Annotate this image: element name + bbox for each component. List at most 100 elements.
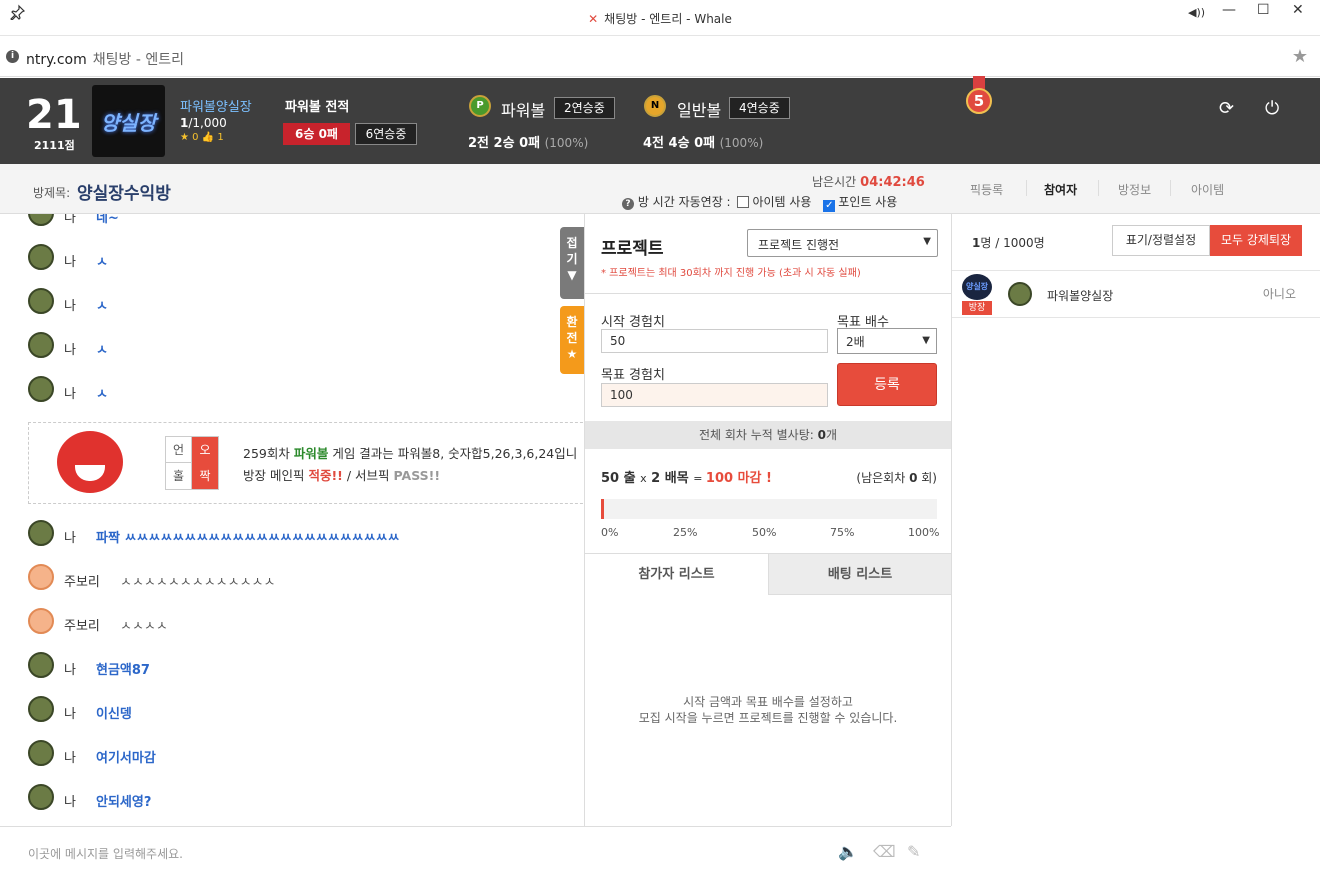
project-tabs: 참가자 리스트 배팅 리스트: [585, 554, 951, 595]
chevron-down-icon: ▼: [922, 335, 930, 346]
user-avatar[interactable]: 양실장: [92, 85, 165, 157]
chat-input-bar[interactable]: 이곳에 메시지를 입력해주세요. 🔈 ⌫ ✎: [0, 826, 951, 876]
chat-sender[interactable]: 나: [64, 251, 76, 270]
project-note: * 프로젝트는 최대 30회차 까지 진행 가능 (초과 시 자동 실패): [601, 268, 861, 279]
new-user-avatar-icon: [28, 608, 54, 634]
question-icon[interactable]: ?: [622, 198, 634, 210]
register-button[interactable]: 등록: [837, 363, 937, 406]
app-logo-icon: ✕: [588, 12, 599, 26]
soldier-avatar-icon: [28, 696, 54, 722]
user-header: 21 2111점 양실장 파워볼양실장 1/1,000 ★ 0 👍 1 파워볼 …: [0, 76, 1320, 164]
tab-separator: [1026, 180, 1027, 196]
chat-sender[interactable]: 주보리: [64, 615, 100, 634]
kick-all-button[interactable]: 모두 강제퇴장: [1210, 225, 1302, 256]
result-line-1: 259회차 파워볼 게임 결과는 파워볼8, 숫자합5,26,3,6,24입니: [243, 443, 577, 465]
soldier-avatar-icon: [28, 288, 54, 314]
fold-label: 접기: [566, 236, 578, 266]
soldier-avatar-icon: [28, 784, 54, 810]
progress-tick: 75%: [830, 526, 855, 539]
window-titlebar: ✕ 채팅방 - 엔트리 - Whale ◀)) — ☐ ✕: [0, 0, 1320, 36]
magic-wand-icon[interactable]: ✎: [907, 842, 920, 861]
progress-tick: 25%: [673, 526, 698, 539]
result-detail: 게임 결과는 파워볼8, 숫자합5,26,3,6,24입니: [328, 446, 578, 461]
url-text[interactable]: ntry.com 채팅방 - 엔트리: [26, 49, 184, 69]
item-use-label[interactable]: 아이템 사용: [752, 195, 811, 209]
chat-sender[interactable]: 나: [64, 791, 76, 810]
participant-status: 아니오: [1262, 287, 1296, 301]
start-exp-label: 시작 경험치: [601, 315, 665, 330]
tab-room-info[interactable]: 방정보: [1118, 181, 1151, 198]
result-round: 259회차: [243, 446, 294, 461]
start-exp-input[interactable]: 50: [601, 329, 828, 353]
chat-text: ㅅㅅㅅㅅㅅㅅㅅㅅㅅㅅㅅㅅㅅ: [120, 575, 276, 590]
tab-betting-list[interactable]: 배팅 리스트: [769, 554, 951, 595]
remaining-rounds-unit: 회): [917, 471, 937, 485]
normalball-pct: (100%): [719, 136, 764, 150]
record-win: 6승 0패: [283, 123, 350, 145]
maximize-button[interactable]: ☐: [1257, 2, 1270, 18]
soldier-avatar-icon: [28, 520, 54, 546]
speaker-icon[interactable]: ◀)): [1188, 6, 1205, 19]
chat-area[interactable]: 나 네~ 나 ㅅ 나 ㅅ 나 ㅅ 나 ㅅ 언 오 홀 짝 259회차 파워볼 게임 결과는…: [0, 214, 584, 826]
participant-name[interactable]: 파워볼양실장: [1047, 287, 1113, 304]
chat-sender[interactable]: 나: [64, 527, 76, 546]
chat-sender[interactable]: 나: [64, 703, 76, 722]
user-name[interactable]: 파워볼양실장: [180, 96, 252, 115]
rank-total: /1,000: [188, 116, 227, 130]
soldier-avatar-icon: [28, 740, 54, 766]
host-badge: 방장: [962, 301, 992, 315]
chat-sender[interactable]: 나: [64, 659, 76, 678]
remaining-rounds-label: (남은회차: [856, 471, 910, 485]
fold-button[interactable]: 접기 ▼: [560, 227, 584, 299]
chat-text: ㅅ: [96, 255, 108, 270]
powerball-streak: 2연승중: [554, 97, 615, 119]
target-exp-input[interactable]: 100: [601, 383, 828, 407]
tab-participants[interactable]: 참여자: [1044, 181, 1077, 198]
minimize-button[interactable]: —: [1222, 2, 1236, 18]
chat-sender[interactable]: 나: [64, 383, 76, 402]
close-button[interactable]: ✕: [1292, 2, 1304, 18]
chat-sender[interactable]: 주보리: [64, 571, 100, 590]
chat-text: ㅅ: [96, 343, 108, 358]
display-sort-button[interactable]: 표기/정렬설정: [1112, 225, 1210, 256]
bookmark-star-icon[interactable]: ★: [1292, 46, 1308, 67]
chat-sender[interactable]: 나: [64, 214, 76, 226]
calc-mult: 2: [646, 471, 661, 486]
item-use-checkbox[interactable]: [737, 196, 750, 208]
normalball-streak: 4연승중: [729, 97, 790, 119]
target-exp-label: 목표 경험치: [601, 368, 665, 383]
target-mult-value: 2배: [846, 335, 865, 349]
sound-icon[interactable]: 🔈: [838, 842, 858, 861]
url-page-title: 채팅방 - 엔트리: [92, 52, 184, 68]
like-count: 1: [217, 132, 224, 143]
eraser-icon[interactable]: ⌫: [873, 842, 896, 861]
chevron-down-icon: ▼: [923, 236, 931, 247]
window-title: ✕ 채팅방 - 엔트리 - Whale: [0, 10, 1320, 27]
chat-input[interactable]: 이곳에 메시지를 입력해주세요.: [28, 845, 183, 862]
point-use-checkbox[interactable]: ✓: [823, 200, 836, 212]
chat-sender[interactable]: 나: [64, 295, 76, 314]
project-formula: 50 출 x 2 배목 = 100 마감 !: [601, 467, 772, 486]
tab-separator: [1098, 180, 1099, 196]
tab-items[interactable]: 아이템: [1191, 181, 1224, 198]
exchange-button[interactable]: 환전 ★: [560, 306, 584, 374]
url-host: ntry.com: [26, 52, 87, 68]
tab-pick-register[interactable]: 픽등록: [970, 181, 1003, 198]
tab-participant-list[interactable]: 참가자 리스트: [585, 554, 769, 595]
info-icon[interactable]: i: [6, 50, 19, 63]
address-bar[interactable]: i ntry.com 채팅방 - 엔트리 ★: [0, 37, 1320, 77]
participant-row[interactable]: 양실장 방장 파워볼양실장 아니오: [952, 270, 1320, 318]
target-mult-select[interactable]: 2배 ▼: [837, 328, 937, 354]
power-icon[interactable]: ⏻: [1265, 98, 1279, 119]
chat-sender[interactable]: 나: [64, 747, 76, 766]
point-use-label[interactable]: 포인트 사용: [838, 195, 897, 209]
refresh-icon[interactable]: ⟳: [1219, 98, 1234, 119]
cum-value: 0: [817, 428, 826, 442]
soldier-avatar-icon: [28, 244, 54, 270]
room-options: ? 방 시간 자동연장 : 아이템 사용 ✓ 포인트 사용: [622, 193, 897, 212]
project-status-select[interactable]: 프로젝트 진행전 ▼: [747, 229, 938, 257]
calc-start-unit: 출: [619, 471, 641, 486]
calc-start: 50: [601, 471, 620, 486]
chat-sender[interactable]: 나: [64, 339, 76, 358]
thumbs-up-icon: 👍: [201, 132, 215, 143]
